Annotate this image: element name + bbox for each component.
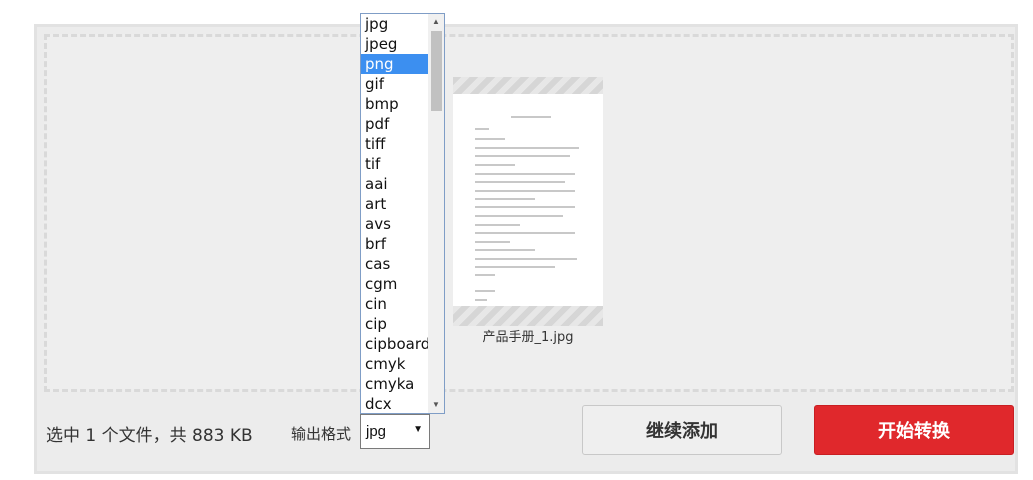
scrollbar-thumb[interactable] (431, 31, 442, 111)
dropdown-scrollbar[interactable]: ▲ ▼ (428, 14, 444, 413)
format-options: jpg jpeg png gif bmp pdf tiff tif aai art avs brf ca… (361, 14, 430, 413)
format-option-dcx[interactable]: dcx (361, 394, 428, 413)
format-option-cmyka[interactable]: cmyka (361, 374, 428, 394)
file-name-label: 产品手册_1.jpg (482, 330, 574, 345)
format-dropdown-list[interactable]: jpg jpeg png gif bmp pdf tiff tif aai art avs brf ca… (360, 13, 445, 414)
format-option-bmp[interactable]: bmp (361, 94, 428, 114)
format-option-cas[interactable]: cas (361, 254, 428, 274)
selection-summary: 选中 1 个文件，共 883 KB (46, 426, 253, 446)
format-option-cin[interactable]: cin (361, 294, 428, 314)
output-format-select[interactable]: jpg ▼ (360, 414, 430, 449)
document-preview (453, 94, 603, 306)
format-option-png[interactable]: png (361, 54, 428, 74)
file-thumbnail-card[interactable] (453, 77, 603, 326)
format-option-cipboard[interactable]: cipboard (361, 334, 430, 354)
format-option-avs[interactable]: avs (361, 214, 428, 234)
output-format-value: jpg (366, 423, 387, 440)
output-format-label: 输出格式 (291, 425, 352, 443)
format-option-tif[interactable]: tif (361, 154, 428, 174)
format-option-jpg[interactable]: jpg (361, 14, 428, 34)
format-option-brf[interactable]: brf (361, 234, 428, 254)
continue-add-button[interactable]: 继续添加 (582, 405, 782, 455)
dropdown-arrow-icon: ▼ (413, 424, 423, 435)
format-option-cmyk[interactable]: cmyk (361, 354, 428, 374)
start-convert-button[interactable]: 开始转换 (814, 405, 1014, 455)
format-option-tiff[interactable]: tiff (361, 134, 428, 154)
format-option-jpeg[interactable]: jpeg (361, 34, 428, 54)
format-option-aai[interactable]: aai (361, 174, 428, 194)
format-option-pdf[interactable]: pdf (361, 114, 428, 134)
format-option-cip[interactable]: cip (361, 314, 428, 334)
scroll-down-icon[interactable]: ▼ (428, 397, 444, 413)
format-option-gif[interactable]: gif (361, 74, 428, 94)
scroll-up-icon[interactable]: ▲ (428, 14, 444, 30)
format-option-art[interactable]: art (361, 194, 428, 214)
format-option-cgm[interactable]: cgm (361, 274, 428, 294)
